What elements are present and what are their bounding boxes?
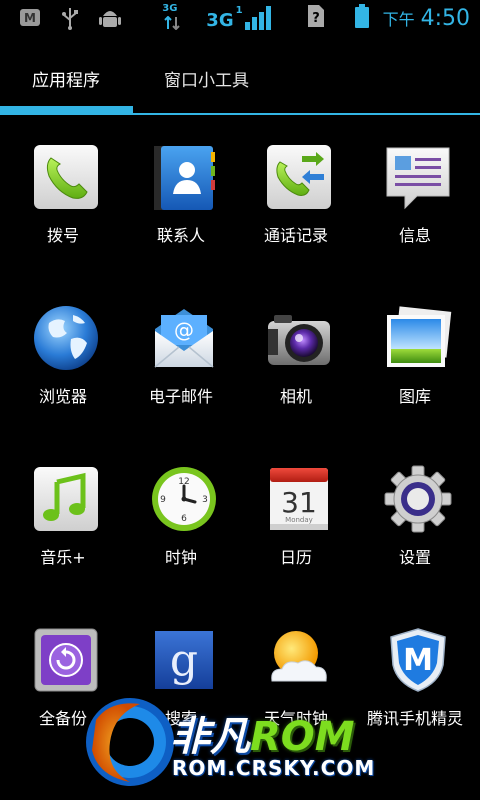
usb-icon (58, 6, 82, 30)
phone-icon (31, 142, 101, 212)
battery-icon (354, 4, 369, 32)
music-icon (31, 464, 101, 534)
watermark-url: ROM.CRSKY.COM (172, 756, 376, 780)
tab-selected-indicator (0, 106, 133, 113)
app-label: 时钟 (164, 548, 197, 567)
watermark-brand-rom: ROM (250, 714, 355, 760)
messaging-icon (383, 142, 453, 212)
app-label: 相机 (279, 387, 312, 406)
calendar-weekday: Monday (285, 516, 313, 524)
google-search-icon: g (149, 625, 219, 695)
contacts-icon (149, 142, 219, 212)
tab-widgets[interactable]: 窗口小工具 (164, 66, 249, 91)
tencent-shield-icon: M (383, 625, 453, 695)
app-label: 浏览器 (38, 387, 87, 406)
m-icon: M (18, 6, 42, 30)
tab-apps[interactable]: 应用程序 (32, 66, 100, 91)
app-messaging[interactable]: 信息 (355, 142, 475, 262)
app-browser[interactable]: 浏览器 (3, 303, 123, 423)
app-contacts[interactable]: 联系人 (121, 142, 241, 262)
app-camera[interactable]: 相机 (236, 303, 356, 423)
clock-numeral: 9 (160, 495, 166, 505)
network-sub: 1 (235, 5, 243, 16)
svg-text:M: M (24, 11, 36, 25)
calendar-day: 31 (281, 486, 317, 519)
app-label: 联系人 (156, 226, 205, 245)
app-calendar[interactable]: 31 Monday 日历 (236, 464, 356, 584)
app-dialer[interactable]: 拨号 (3, 142, 123, 262)
clock-icon: 12 9 3 6 (149, 464, 219, 534)
clock-numeral: 6 (181, 514, 187, 524)
app-label: 通话记录 (263, 226, 328, 245)
camera-icon (264, 303, 334, 373)
watermark-brand: 非凡ROM (170, 704, 355, 762)
email-icon: @ (149, 303, 219, 373)
app-music[interactable]: 音乐+ (3, 464, 123, 584)
app-label: 拨号 (46, 226, 79, 245)
tab-divider (0, 113, 480, 115)
calendar-icon: 31 Monday (264, 464, 334, 534)
signal-icon: 3G 1 (206, 5, 271, 31)
clock-time: 4:50 (420, 5, 470, 31)
clock-numeral: 3 (202, 495, 208, 505)
svg-text:g: g (170, 635, 198, 686)
backup-safe-icon (31, 625, 101, 695)
weather-icon (264, 625, 334, 695)
network-type-small: 3G (162, 3, 178, 14)
browser-globe-icon (31, 303, 101, 373)
gallery-icon (383, 303, 453, 373)
app-label: 音乐+ (40, 548, 86, 567)
svg-text:@: @ (174, 318, 194, 342)
no-sim-icon: ? (307, 4, 325, 32)
app-call-log[interactable]: 通话记录 (236, 142, 356, 262)
crsky-swirl-logo (86, 698, 174, 786)
app-clock[interactable]: 12 9 3 6 时钟 (121, 464, 241, 584)
app-label: 电子邮件 (148, 387, 213, 406)
app-label: 信息 (398, 226, 431, 245)
call-log-icon (264, 142, 334, 212)
app-label: 日历 (279, 548, 312, 567)
status-bar: M 3G 3G 1 ? 下午 4:50 (0, 0, 480, 38)
app-label: 设置 (398, 548, 431, 567)
network-type: 3G (206, 10, 234, 31)
svg-text:?: ? (312, 11, 320, 26)
app-settings[interactable]: 设置 (355, 464, 475, 584)
tab-bar: 应用程序 窗口小工具 (0, 38, 480, 116)
svg-text:M: M (403, 643, 433, 678)
app-email[interactable]: @ 电子邮件 (121, 303, 241, 423)
android-debug-icon (98, 6, 122, 30)
watermark-logo: 非凡ROM ROM.CRSKY.COM (70, 690, 415, 795)
settings-gear-icon (383, 464, 453, 534)
app-gallery[interactable]: 图库 (355, 303, 475, 423)
data-transfer-icon: 3G (162, 4, 182, 32)
watermark-brand-cn: 非凡 (170, 714, 250, 760)
am-pm-label: 下午 (382, 10, 415, 29)
app-label: 图库 (398, 387, 431, 406)
